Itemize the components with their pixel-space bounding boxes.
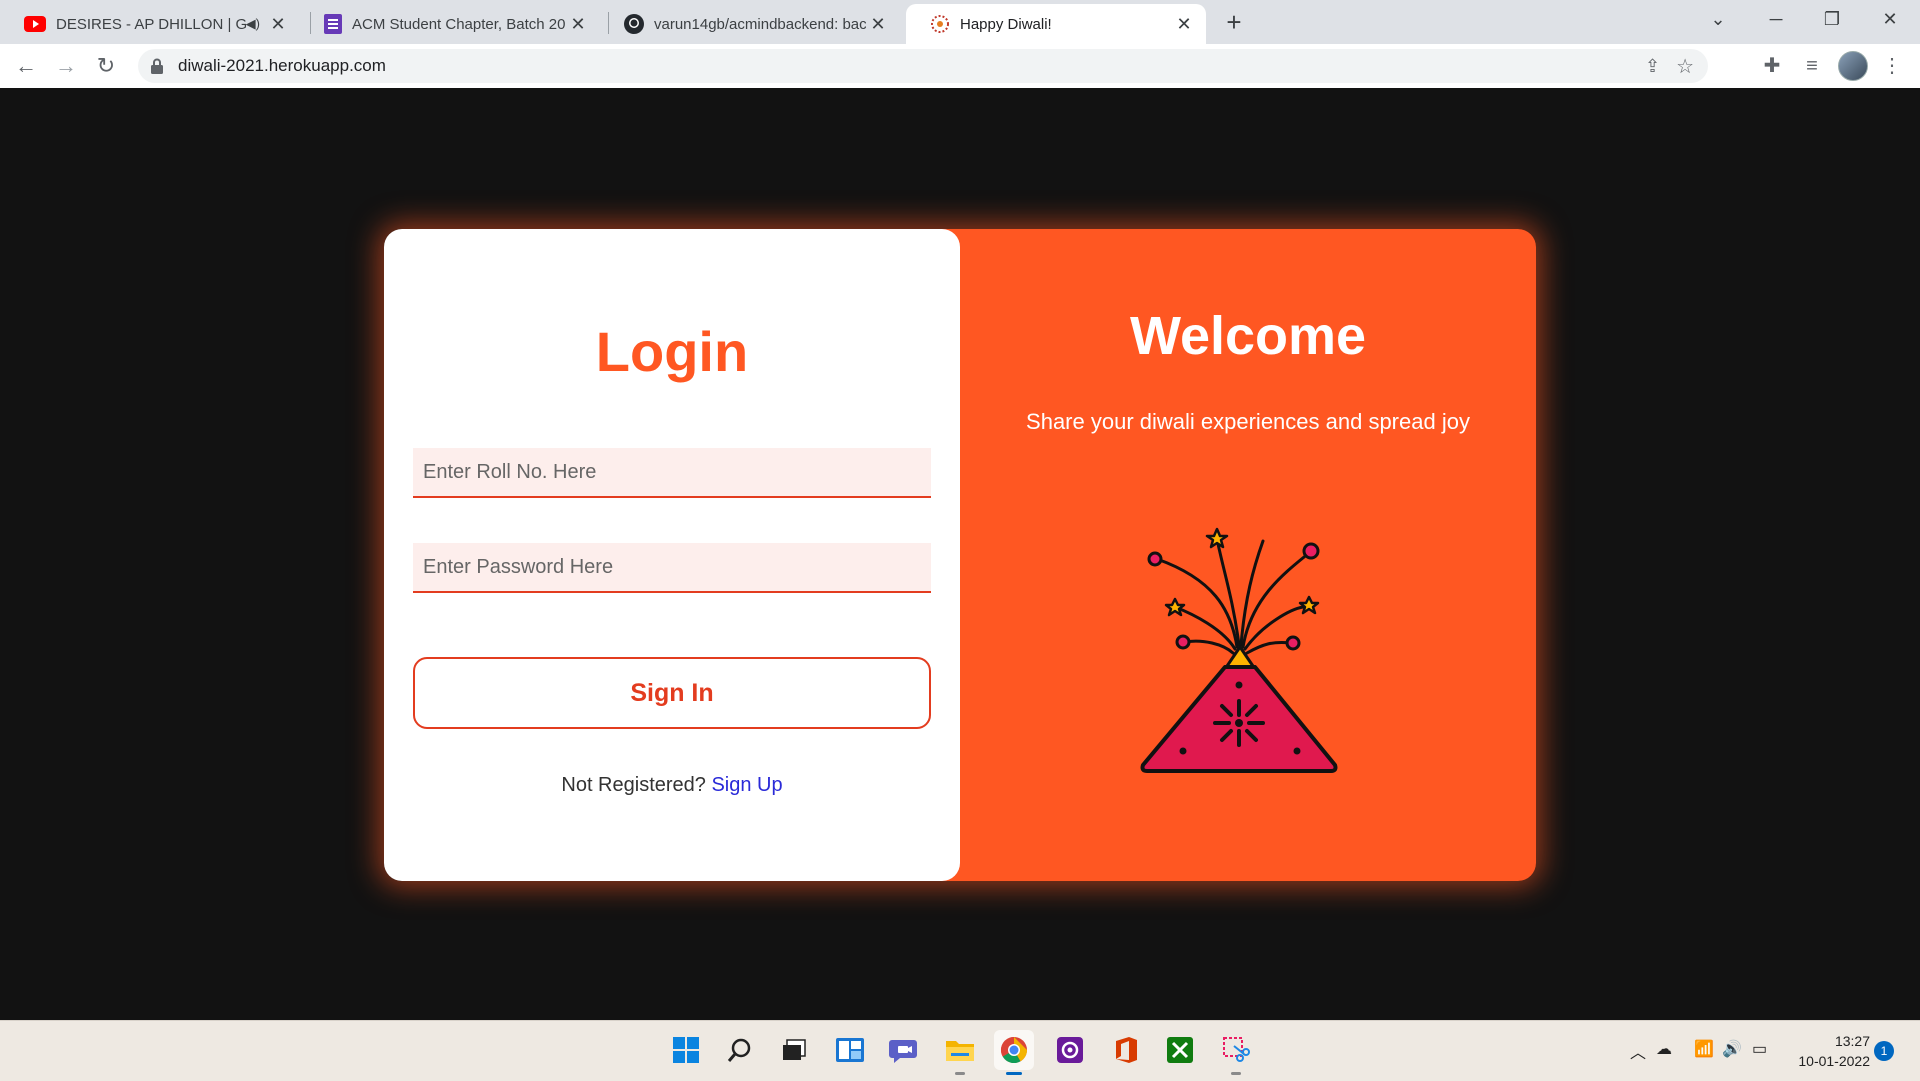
running-indicator	[1006, 1072, 1022, 1075]
search-icon[interactable]	[720, 1030, 760, 1070]
lock-icon	[151, 58, 163, 74]
snipping-tool-icon[interactable]	[1216, 1030, 1256, 1075]
new-tab-button[interactable]: +	[1218, 6, 1250, 38]
rangoli-icon	[931, 15, 949, 33]
back-icon[interactable]: ←	[10, 50, 42, 82]
clock-date: 10-01-2022	[1798, 1053, 1870, 1069]
close-tab-icon[interactable]: ✕	[266, 14, 290, 35]
close-tab-icon[interactable]: ✕	[866, 14, 890, 35]
close-window-button[interactable]: ✕	[1862, 0, 1918, 40]
login-panel: Login Sign In Not Registered? Sign Up	[384, 229, 960, 881]
onedrive-cloud-icon[interactable]: ☁	[1656, 1039, 1672, 1059]
running-indicator	[1231, 1072, 1241, 1075]
sign-up-link[interactable]: Sign Up	[711, 774, 782, 796]
share-icon[interactable]: ⇪	[1645, 56, 1660, 77]
roll-number-input[interactable]	[413, 448, 931, 498]
photo-app-icon[interactable]	[1050, 1030, 1090, 1070]
chevron-up-icon[interactable]: ︿	[1630, 1039, 1646, 1063]
tab-acm[interactable]: ACM Student Chapter, Batch 202 ✕	[300, 4, 600, 44]
url-text: diwali-2021.herokuapp.com	[178, 56, 386, 75]
audio-icon[interactable]: ◀)	[246, 16, 260, 32]
welcome-subtitle: Share your diwali experiences and spread…	[1026, 409, 1470, 434]
address-bar[interactable]: diwali-2021.herokuapp.com ⇪ ☆	[138, 49, 1708, 83]
volume-icon[interactable]: 🔊	[1722, 1039, 1742, 1059]
close-tab-icon[interactable]: ✕	[1172, 14, 1196, 35]
media-control-icon[interactable]: ≡	[1796, 50, 1828, 82]
reload-icon[interactable]: ↻	[90, 50, 122, 82]
clock-time: 13:27	[1834, 1033, 1870, 1049]
menu-kebab-icon[interactable]: ⋮	[1876, 50, 1908, 82]
bookmark-star-icon[interactable]: ☆	[1676, 54, 1694, 79]
tab-title: DESIRES - AP DHILLON | GUR	[56, 15, 246, 33]
system-clock[interactable]: 13:27 10-01-2022	[1790, 1031, 1870, 1071]
tab-title: Happy Diwali!	[960, 15, 1052, 33]
tab-github[interactable]: varun14gb/acmindbackend: back ✕	[600, 4, 900, 44]
register-prompt: Not Registered? Sign Up	[384, 774, 960, 797]
forward-icon[interactable]: →	[50, 50, 82, 82]
running-indicator	[955, 1072, 965, 1075]
forms-icon	[324, 14, 342, 34]
tab-title: ACM Student Chapter, Batch 202	[352, 15, 566, 33]
tab-title: varun14gb/acmindbackend: back	[654, 15, 866, 33]
password-input[interactable]	[413, 543, 931, 593]
page-viewport: Login Sign In Not Registered? Sign Up We…	[0, 88, 1920, 1020]
teams-chat-icon[interactable]	[884, 1030, 924, 1070]
tab-strip: DESIRES - AP DHILLON | GUR ◀) ✕ ACM Stud…	[0, 0, 1920, 44]
windows-start-icon[interactable]	[666, 1030, 706, 1070]
github-icon	[624, 14, 644, 34]
terminal-icon[interactable]	[774, 1030, 814, 1070]
notification-badge[interactable]: 1	[1874, 1041, 1894, 1061]
battery-icon[interactable]: ▭	[1752, 1039, 1767, 1059]
browser-chrome: DESIRES - AP DHILLON | GUR ◀) ✕ ACM Stud…	[0, 0, 1920, 88]
xbox-icon[interactable]	[1160, 1030, 1200, 1070]
browser-toolbar: ← → ↻ diwali-2021.herokuapp.com ⇪ ☆ ✚ ≡ …	[0, 44, 1920, 88]
tab-happy-diwali[interactable]: Happy Diwali! ✕	[906, 4, 1206, 44]
youtube-icon	[24, 16, 46, 32]
office-icon[interactable]	[1106, 1030, 1146, 1070]
close-tab-icon[interactable]: ✕	[566, 14, 590, 35]
sign-in-button[interactable]: Sign In	[413, 657, 931, 729]
windows-taskbar: ︿ ☁ 📶 🔊 ▭ 13:27 10-01-2022 1	[0, 1020, 1920, 1081]
wifi-icon[interactable]: 📶	[1694, 1039, 1714, 1059]
firecracker-volcano-icon	[1140, 527, 1338, 773]
tab-search-icon[interactable]: ⌄	[1690, 0, 1746, 40]
widgets-icon[interactable]	[830, 1030, 870, 1070]
welcome-title: Welcome	[1129, 306, 1367, 366]
minimize-button[interactable]: ─	[1748, 0, 1804, 40]
login-title: Login	[595, 320, 749, 383]
chrome-icon[interactable]	[994, 1030, 1034, 1075]
tab-youtube[interactable]: DESIRES - AP DHILLON | GUR ◀) ✕	[0, 4, 300, 44]
profile-avatar[interactable]	[1838, 51, 1868, 81]
extensions-icon[interactable]: ✚	[1756, 50, 1788, 82]
not-registered-text: Not Registered?	[561, 774, 706, 796]
auth-card: Login Sign In Not Registered? Sign Up We…	[384, 229, 1536, 881]
restore-button[interactable]: ❐	[1804, 0, 1860, 40]
file-explorer-icon[interactable]	[940, 1030, 980, 1075]
